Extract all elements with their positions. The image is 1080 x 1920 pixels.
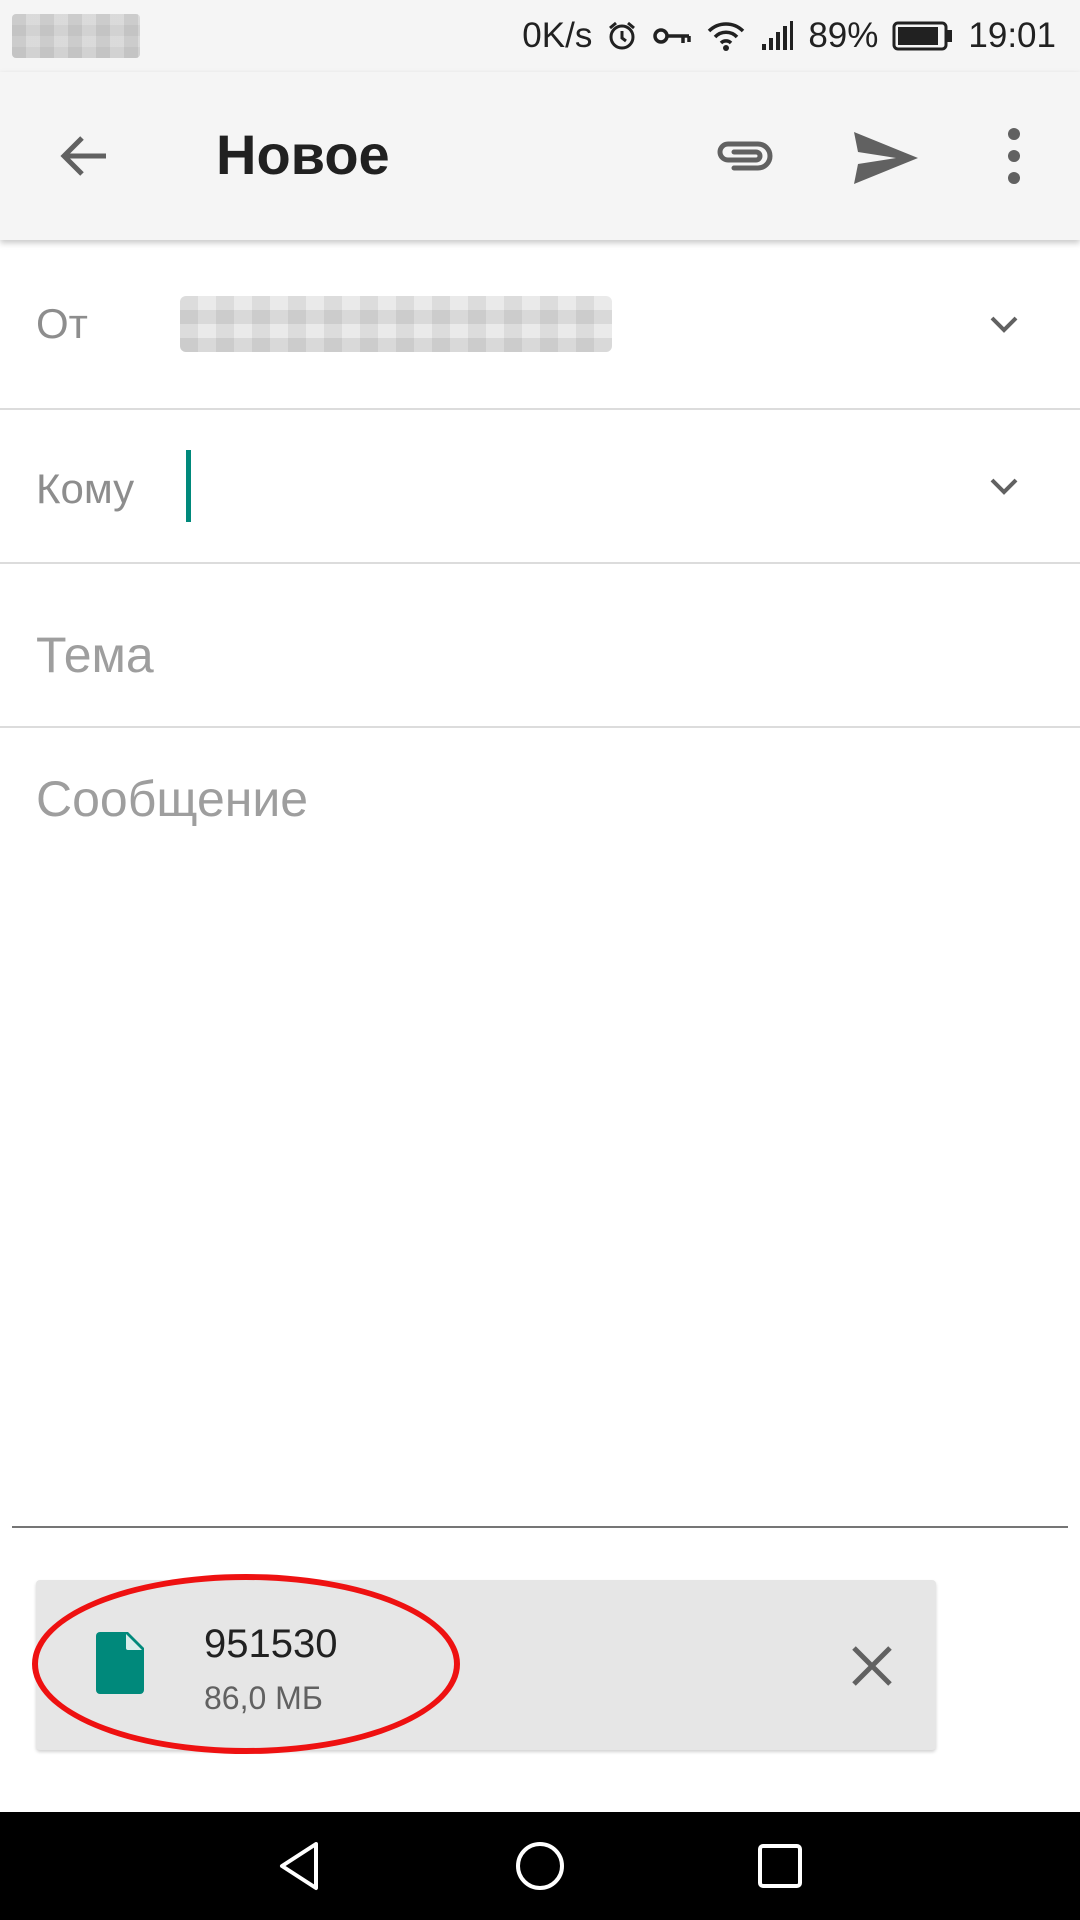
status-icons: 0K/s 89% 19:01 xyxy=(522,0,1056,72)
text-cursor xyxy=(186,450,191,522)
chevron-down-icon[interactable] xyxy=(984,304,1024,344)
attachment-name: 951530 xyxy=(204,1622,338,1666)
wifi-icon xyxy=(708,22,745,51)
nav-recents-icon[interactable] xyxy=(752,1838,808,1894)
net-speed: 0K/s xyxy=(522,16,593,55)
from-row[interactable]: От xyxy=(0,240,1080,410)
carrier-name-redacted xyxy=(12,14,140,58)
subject-placeholder: Тема xyxy=(36,627,154,683)
system-nav-bar xyxy=(0,1812,1080,1920)
subject-field[interactable]: Тема xyxy=(0,564,1080,728)
alarm-icon xyxy=(609,21,636,50)
attachment-chip[interactable]: 951530 86,0 МБ xyxy=(36,1580,936,1750)
to-row[interactable]: Кому xyxy=(0,410,1080,564)
sender-account-redacted[interactable] xyxy=(180,296,612,352)
vpn-key-icon xyxy=(653,28,692,44)
attach-icon[interactable] xyxy=(712,128,776,184)
battery-percent: 89% xyxy=(808,16,879,55)
attachment-size: 86,0 МБ xyxy=(204,1680,323,1716)
to-label: Кому xyxy=(36,465,135,512)
signal-icon xyxy=(762,21,794,50)
nav-home-icon[interactable] xyxy=(512,1838,568,1894)
from-label: От xyxy=(36,300,88,347)
app-bar: Новое xyxy=(0,72,1080,240)
status-time: 19:01 xyxy=(968,16,1056,55)
close-icon[interactable] xyxy=(850,1644,894,1688)
chevron-down-icon[interactable] xyxy=(984,466,1024,506)
message-body-field[interactable]: Сообщение xyxy=(36,770,308,828)
divider xyxy=(12,1526,1068,1528)
nav-back-icon[interactable] xyxy=(272,1838,328,1894)
status-bar: 0K/s 89% 19:01 xyxy=(0,0,1080,72)
page-title: Новое xyxy=(216,123,390,186)
send-icon[interactable] xyxy=(852,128,920,188)
battery-icon xyxy=(892,21,953,51)
more-vert-icon[interactable] xyxy=(998,124,1030,188)
file-icon xyxy=(96,1632,144,1694)
back-arrow-icon[interactable] xyxy=(54,126,114,186)
